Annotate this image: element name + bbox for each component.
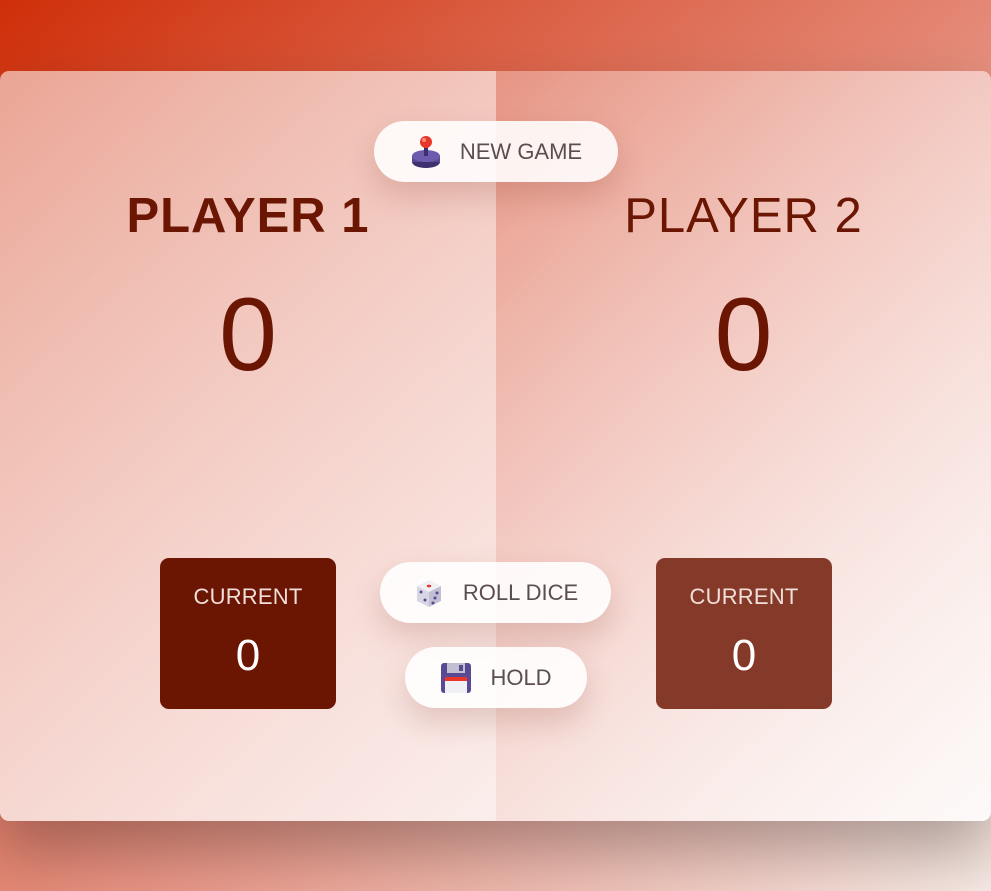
player-2-score: 0 [714, 277, 773, 393]
player-2-current-score: 0 [731, 631, 757, 680]
game-board: PLAYER 1 0 CURRENT 0 PLAYER 2 0 CURRENT … [0, 71, 991, 821]
player-1-name: PLAYER 1 [126, 189, 370, 243]
dice-icon [413, 576, 445, 610]
hold-button[interactable]: HOLD [405, 647, 587, 708]
player-1-current-label: CURRENT [193, 584, 303, 609]
player-2-panel: PLAYER 2 0 CURRENT 0 [496, 71, 991, 821]
joystick-icon [410, 135, 442, 169]
player-1-score: 0 [219, 277, 277, 393]
new-game-button[interactable]: NEW GAME [374, 121, 618, 182]
roll-dice-label: ROLL DICE [462, 579, 579, 605]
floppy-disk-icon [440, 661, 472, 695]
player-1-current-score: 0 [235, 631, 261, 680]
player-1-panel: PLAYER 1 0 CURRENT 0 [0, 71, 496, 821]
player-1-current-box: CURRENT 0 [160, 558, 336, 709]
hold-label: HOLD [490, 664, 552, 690]
new-game-label: NEW GAME [459, 138, 583, 164]
player-2-current-box: CURRENT 0 [656, 558, 832, 709]
player-2-current-label: CURRENT [689, 584, 799, 609]
player-2-name: PLAYER 2 [624, 189, 863, 243]
roll-dice-button[interactable]: ROLL DICE [380, 562, 611, 623]
